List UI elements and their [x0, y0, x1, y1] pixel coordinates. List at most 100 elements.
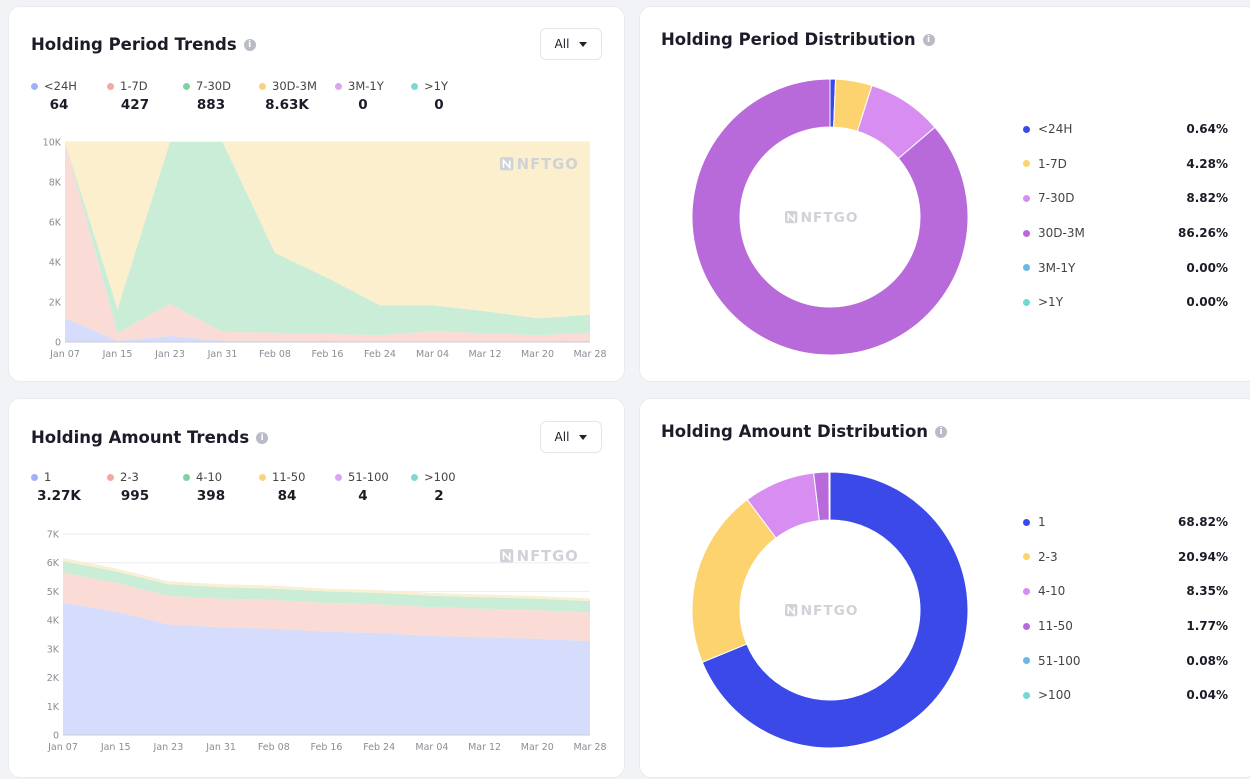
x-tick-label: Feb 24 — [364, 349, 396, 360]
x-tick-label: Mar 28 — [573, 349, 606, 360]
legend-dot-icon — [1023, 230, 1030, 237]
period-distribution-legend: <24H0.64%1-7D4.28%7-30D8.82%30D-3M86.26%… — [1023, 112, 1228, 320]
legend-percentage: 0.64% — [1178, 122, 1228, 136]
y-tick-label: 2K — [47, 673, 60, 684]
y-tick-label: 7K — [47, 530, 60, 541]
y-tick-label: 6K — [49, 218, 62, 229]
legend-percentage: 4.28% — [1178, 157, 1228, 171]
watermark-text: NFTGO — [801, 210, 859, 226]
legend-percentage: 20.94% — [1178, 550, 1228, 564]
distribution-legend-item[interactable]: 30D-3M86.26% — [1023, 216, 1228, 251]
legend-dot-icon — [1023, 692, 1030, 699]
legend-dot-icon — [1023, 588, 1030, 595]
legend-label: 30D-3M — [1038, 226, 1178, 240]
holding-period-trends-card: Holding Period Trends i All <24H641-7D42… — [8, 6, 625, 382]
legend-percentage: 8.35% — [1178, 584, 1228, 598]
nftgo-watermark-icon: NFTGO — [785, 603, 858, 619]
legend-percentage: 0.08% — [1178, 654, 1228, 668]
x-tick-label: Jan 23 — [153, 742, 184, 753]
legend-label: 51-100 — [1038, 654, 1178, 668]
legend-dot-icon — [1023, 519, 1030, 526]
donut-slice[interactable] — [692, 500, 776, 663]
legend-dot-icon — [1023, 264, 1030, 271]
x-tick-label: Mar 12 — [468, 742, 501, 753]
x-tick-label: Mar 12 — [468, 349, 501, 360]
amount-donut-chart: NFTGO — [640, 399, 1020, 779]
period-area-chart: 0 2K 4K 6K 8K 10K Jan 07 Jan 15 Jan 23 Jan 31 Feb … — [9, 7, 624, 383]
distribution-legend-item[interactable]: 4-108.35% — [1023, 574, 1228, 609]
x-tick-label: Feb 24 — [363, 742, 395, 753]
legend-percentage: 0.04% — [1178, 688, 1228, 702]
y-tick-label: 2K — [49, 298, 62, 309]
distribution-legend-item[interactable]: 7-30D8.82% — [1023, 181, 1228, 216]
x-tick-label: Feb 16 — [312, 349, 344, 360]
legend-dot-icon — [1023, 623, 1030, 630]
x-tick-label: Mar 28 — [573, 742, 606, 753]
legend-percentage: 68.82% — [1178, 515, 1228, 529]
x-tick-label: Jan 07 — [47, 742, 78, 753]
y-tick-label: 0 — [55, 338, 61, 349]
legend-label: 4-10 — [1038, 584, 1178, 598]
x-tick-label: Jan 31 — [205, 742, 236, 753]
y-tick-label: 4K — [49, 258, 62, 269]
amount-distribution-legend: 168.82%2-320.94%4-108.35%11-501.77%51-10… — [1023, 505, 1228, 713]
legend-label: >100 — [1038, 688, 1178, 702]
legend-dot-icon — [1023, 126, 1030, 133]
watermark-text: NFTGO — [517, 156, 579, 173]
watermark-text: NFTGO — [801, 603, 859, 619]
y-tick-label: 3K — [47, 644, 60, 655]
x-tick-label: Jan 07 — [49, 349, 80, 360]
distribution-legend-item[interactable]: 1-7D4.28% — [1023, 147, 1228, 182]
legend-dot-icon — [1023, 160, 1030, 167]
legend-label: 3M-1Y — [1038, 261, 1178, 275]
x-tick-label: Jan 15 — [100, 742, 131, 753]
x-tick-label: Feb 08 — [259, 349, 291, 360]
holding-amount-distribution-card: Holding Amount Distribution i NFTGO 168.… — [639, 398, 1250, 778]
x-tick-label: Jan 15 — [102, 349, 133, 360]
legend-percentage: 0.00% — [1178, 261, 1228, 275]
distribution-legend-item[interactable]: 2-320.94% — [1023, 540, 1228, 575]
legend-label: 1 — [1038, 515, 1178, 529]
legend-percentage: 86.26% — [1178, 226, 1228, 240]
legend-dot-icon — [1023, 195, 1030, 202]
x-tick-label: Mar 04 — [416, 349, 449, 360]
legend-label: >1Y — [1038, 295, 1178, 309]
distribution-legend-item[interactable]: >1Y0.00% — [1023, 285, 1228, 320]
legend-percentage: 1.77% — [1178, 619, 1228, 633]
distribution-legend-item[interactable]: 51-1000.08% — [1023, 643, 1228, 678]
y-tick-label: 8K — [49, 178, 62, 189]
x-tick-label: Mar 04 — [415, 742, 448, 753]
amount-area-chart: 0 1K 2K 3K 4K 5K 6K 7K Jan 07 Jan 15 Jan 23 Jan 31 F… — [9, 399, 624, 779]
legend-dot-icon — [1023, 299, 1030, 306]
y-tick-label: 4K — [47, 616, 60, 627]
holding-amount-trends-card: Holding Amount Trends i All 13.27K2-3995… — [8, 398, 625, 778]
y-tick-label: 0 — [53, 731, 59, 742]
y-tick-label: 1K — [47, 702, 60, 713]
y-tick-label: 6K — [47, 558, 60, 569]
y-tick-label: 10K — [43, 138, 62, 149]
legend-percentage: 8.82% — [1178, 191, 1228, 205]
holding-period-distribution-card: Holding Period Distribution i NFTGO <24H… — [639, 6, 1250, 382]
distribution-legend-item[interactable]: 168.82% — [1023, 505, 1228, 540]
legend-dot-icon — [1023, 657, 1030, 664]
legend-label: 2-3 — [1038, 550, 1178, 564]
x-tick-label: Feb 16 — [311, 742, 343, 753]
legend-label: 1-7D — [1038, 157, 1178, 171]
legend-label: 7-30D — [1038, 191, 1178, 205]
legend-dot-icon — [1023, 553, 1030, 560]
legend-label: <24H — [1038, 122, 1178, 136]
x-tick-label: Jan 31 — [207, 349, 238, 360]
distribution-legend-item[interactable]: <24H0.64% — [1023, 112, 1228, 147]
distribution-legend-item[interactable]: 11-501.77% — [1023, 609, 1228, 644]
x-tick-label: Jan 23 — [154, 349, 185, 360]
distribution-legend-item[interactable]: >1000.04% — [1023, 678, 1228, 713]
x-tick-label: Mar 20 — [521, 742, 554, 753]
period-donut-chart: NFTGO — [640, 7, 1020, 383]
y-tick-label: 5K — [47, 587, 60, 598]
legend-label: 11-50 — [1038, 619, 1178, 633]
x-tick-label: Feb 08 — [258, 742, 290, 753]
legend-percentage: 0.00% — [1178, 295, 1228, 309]
watermark-text: NFTGO — [517, 548, 579, 565]
distribution-legend-item[interactable]: 3M-1Y0.00% — [1023, 250, 1228, 285]
x-tick-label: Mar 20 — [521, 349, 554, 360]
